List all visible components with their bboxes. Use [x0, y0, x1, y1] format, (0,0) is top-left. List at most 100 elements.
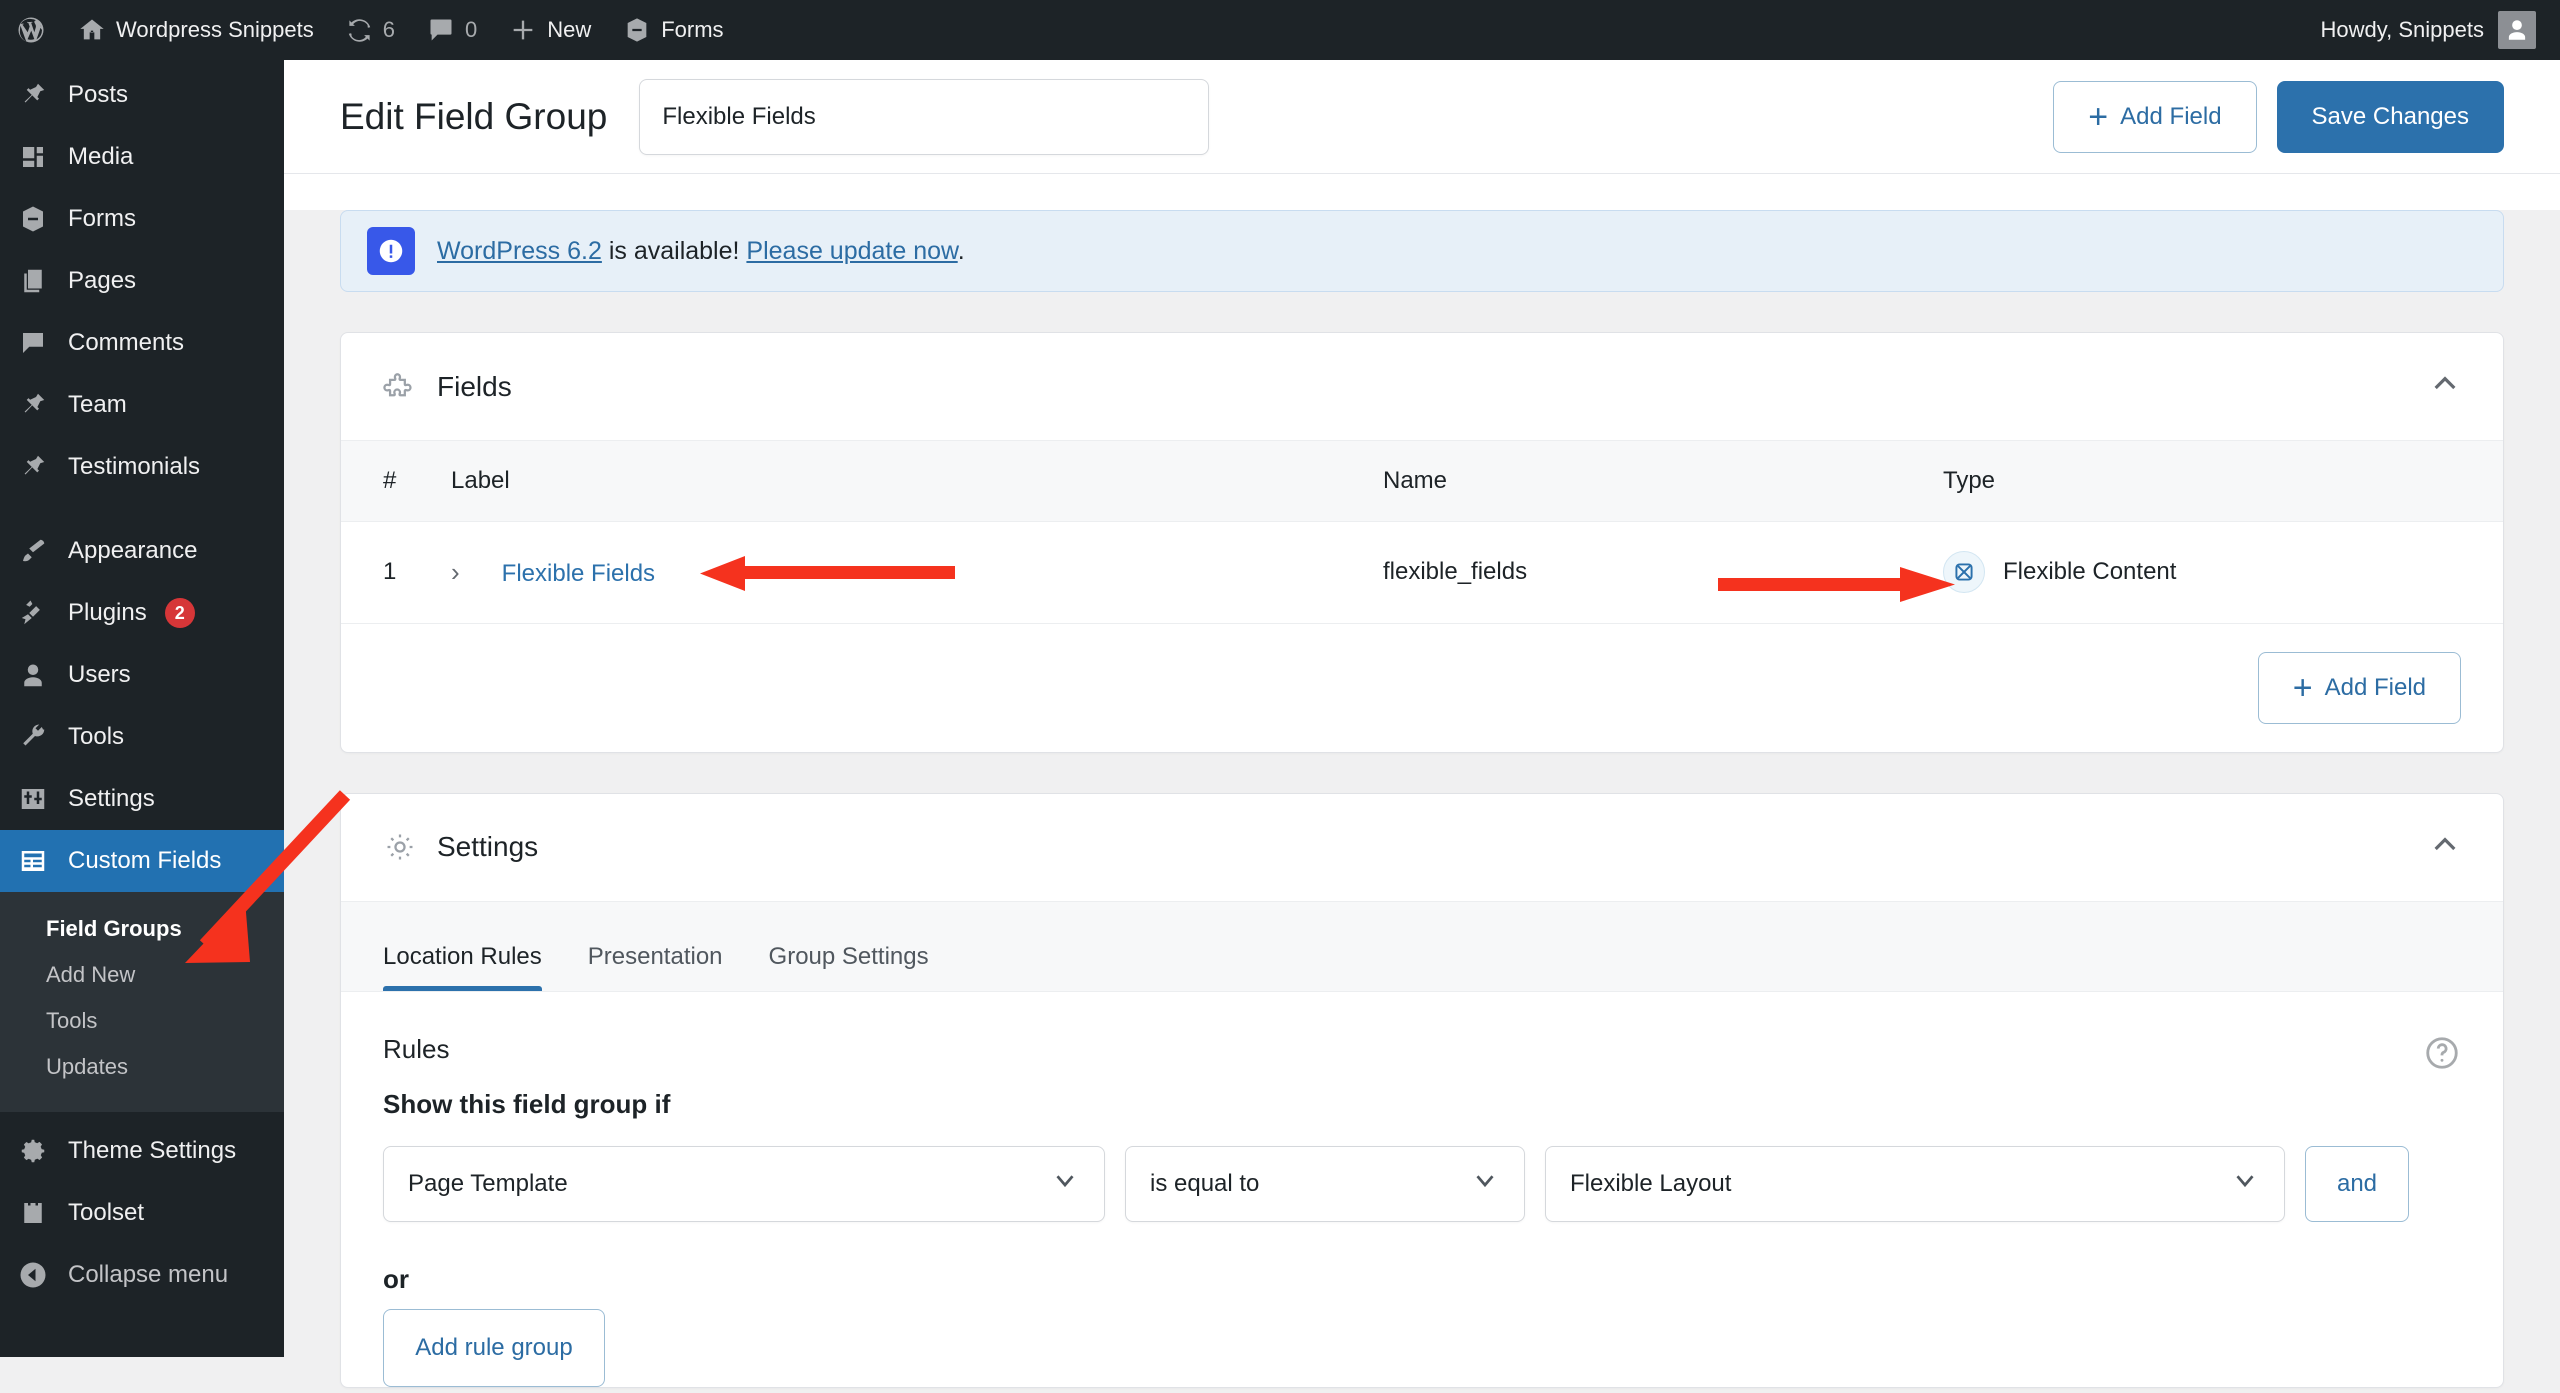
- sidebar-item-pages[interactable]: Pages: [0, 250, 284, 312]
- sidebar-item-users[interactable]: Users: [0, 644, 284, 706]
- forms-icon: [16, 204, 50, 234]
- submenu-item-label: Field Groups: [46, 916, 182, 941]
- submenu-item-field-groups[interactable]: Field Groups: [0, 906, 284, 952]
- sidebar-item-custom-fields[interactable]: Custom Fields: [0, 830, 284, 892]
- add-and-rule-button[interactable]: and: [2305, 1146, 2409, 1222]
- rule-operator-value: is equal to: [1150, 1170, 1470, 1198]
- sidebar-item-appearance[interactable]: Appearance: [0, 520, 284, 582]
- fields-table-body: 1 › Flexible Fields flexible_fields F: [341, 521, 2503, 623]
- rule-operator-select[interactable]: is equal to: [1125, 1146, 1525, 1222]
- fields-panel-header: Fields: [341, 333, 2503, 441]
- sidebar-collapse-menu[interactable]: Collapse menu: [0, 1244, 284, 1306]
- field-label-link[interactable]: Flexible Fields: [502, 560, 655, 587]
- pin-icon: [16, 80, 50, 110]
- tab-location-rules[interactable]: Location Rules: [383, 943, 542, 991]
- comment-bubble-icon: [427, 16, 455, 44]
- chevron-right-icon[interactable]: ›: [451, 557, 495, 588]
- sidebar-item-label: Plugins: [68, 599, 147, 627]
- fields-table: # Label Name Type 1 › Flexible Fields fl…: [341, 441, 2503, 624]
- add-field-label: Add Field: [2325, 674, 2426, 702]
- field-group-title-input[interactable]: [639, 79, 1209, 155]
- sidebar-item-label: Media: [68, 143, 133, 171]
- wordpress-version-link[interactable]: WordPress 6.2: [437, 237, 602, 265]
- tab-label: Location Rules: [383, 943, 542, 970]
- wp-logo-button[interactable]: [0, 0, 62, 60]
- save-changes-button[interactable]: Save Changes: [2277, 81, 2504, 153]
- sidebar-item-forms[interactable]: Forms: [0, 188, 284, 250]
- sidebar-item-media[interactable]: Media: [0, 126, 284, 188]
- chevron-down-icon: [1470, 1165, 1500, 1202]
- rule-value-select[interactable]: Flexible Layout: [1545, 1146, 2285, 1222]
- notice-middle-text: is available!: [602, 237, 747, 265]
- submenu-item-label: Add New: [46, 962, 135, 987]
- sidebar-item-plugins[interactable]: Plugins 2: [0, 582, 284, 644]
- new-content-button[interactable]: New: [493, 0, 607, 60]
- rule-row: Page Template is equal to Flexible Layou…: [383, 1146, 2461, 1222]
- add-field-label: Add Field: [2120, 103, 2221, 131]
- sidebar-item-team[interactable]: Team: [0, 374, 284, 436]
- sidebar-item-theme-settings[interactable]: Theme Settings: [0, 1120, 284, 1182]
- chevron-up-icon[interactable]: [2429, 368, 2461, 405]
- sidebar-item-label: Users: [68, 661, 131, 689]
- row-type-cell: Flexible Content: [1943, 521, 2503, 623]
- add-field-button-footer[interactable]: + Add Field: [2258, 652, 2461, 724]
- sidebar-item-label: Forms: [68, 205, 136, 233]
- add-field-button-header[interactable]: + Add Field: [2053, 81, 2256, 153]
- tab-presentation[interactable]: Presentation: [588, 943, 723, 991]
- chevron-up-icon[interactable]: [2429, 829, 2461, 866]
- sidebar-item-label: Posts: [68, 81, 128, 109]
- sidebar-item-toolset[interactable]: Toolset: [0, 1182, 284, 1244]
- forms-button[interactable]: Forms: [607, 0, 739, 60]
- tab-group-settings[interactable]: Group Settings: [769, 943, 929, 991]
- rule-param-select[interactable]: Page Template: [383, 1146, 1105, 1222]
- rules-heading: Rules: [383, 1034, 2461, 1065]
- update-now-link[interactable]: Please update now: [746, 237, 957, 265]
- table-row[interactable]: 1 › Flexible Fields flexible_fields F: [341, 521, 2503, 623]
- wordpress-logo-icon: [16, 15, 46, 45]
- header-actions: + Add Field Save Changes: [2053, 81, 2504, 153]
- content-body: WordPress 6.2 is available! Please updat…: [284, 210, 2560, 1393]
- plus-icon: [509, 16, 537, 44]
- site-name-button[interactable]: Wordpress Snippets: [62, 0, 330, 60]
- comments-button[interactable]: 0: [411, 0, 493, 60]
- update-notice: WordPress 6.2 is available! Please updat…: [340, 210, 2504, 292]
- fields-table-head: # Label Name Type: [341, 441, 2503, 521]
- plus-icon: +: [2088, 100, 2108, 134]
- sidebar-item-label: Appearance: [68, 537, 197, 565]
- sidebar-item-testimonials[interactable]: Testimonials: [0, 436, 284, 498]
- updates-button[interactable]: 6: [330, 0, 411, 60]
- fields-panel-title: Fields: [437, 371, 512, 403]
- gear-icon: [383, 830, 417, 864]
- admin-bar: Wordpress Snippets 6 0 New Forms: [0, 0, 2560, 60]
- admin-bar-right: Howdy, Snippets: [2321, 11, 2560, 49]
- or-label: or: [383, 1264, 2461, 1295]
- puzzle-icon: [383, 370, 417, 404]
- plug-icon: [16, 598, 50, 628]
- updates-count: 6: [383, 17, 395, 43]
- submenu-item-add-new[interactable]: Add New: [0, 952, 284, 998]
- add-rule-group-button[interactable]: Add rule group: [383, 1309, 605, 1387]
- comments-count: 0: [465, 17, 477, 43]
- sidebar-item-tools[interactable]: Tools: [0, 706, 284, 768]
- column-header-number: #: [341, 441, 451, 521]
- sidebar-item-label: Tools: [68, 723, 124, 751]
- admin-sidebar: Posts Media Forms Pages Comments Team Te…: [0, 60, 284, 1357]
- sidebar-item-settings[interactable]: Settings: [0, 768, 284, 830]
- question-circle-icon[interactable]: [2423, 1034, 2461, 1077]
- submenu-item-tools[interactable]: Tools: [0, 998, 284, 1044]
- sidebar-item-label: Theme Settings: [68, 1137, 236, 1165]
- plugins-update-badge: 2: [165, 598, 195, 628]
- submenu-item-updates[interactable]: Updates: [0, 1044, 284, 1090]
- sidebar-item-comments[interactable]: Comments: [0, 312, 284, 374]
- forms-icon: [623, 16, 651, 44]
- rules-subheading: Show this field group if: [383, 1089, 2461, 1120]
- howdy-label[interactable]: Howdy, Snippets: [2321, 17, 2484, 43]
- sidebar-item-label: Comments: [68, 329, 184, 357]
- avatar[interactable]: [2498, 11, 2536, 49]
- updates-icon: [346, 17, 373, 44]
- sidebar-item-posts[interactable]: Posts: [0, 64, 284, 126]
- submenu-item-label: Updates: [46, 1054, 128, 1079]
- sidebar-item-label: Settings: [68, 785, 155, 813]
- forms-label: Forms: [661, 17, 723, 43]
- collapse-icon: [16, 1260, 50, 1290]
